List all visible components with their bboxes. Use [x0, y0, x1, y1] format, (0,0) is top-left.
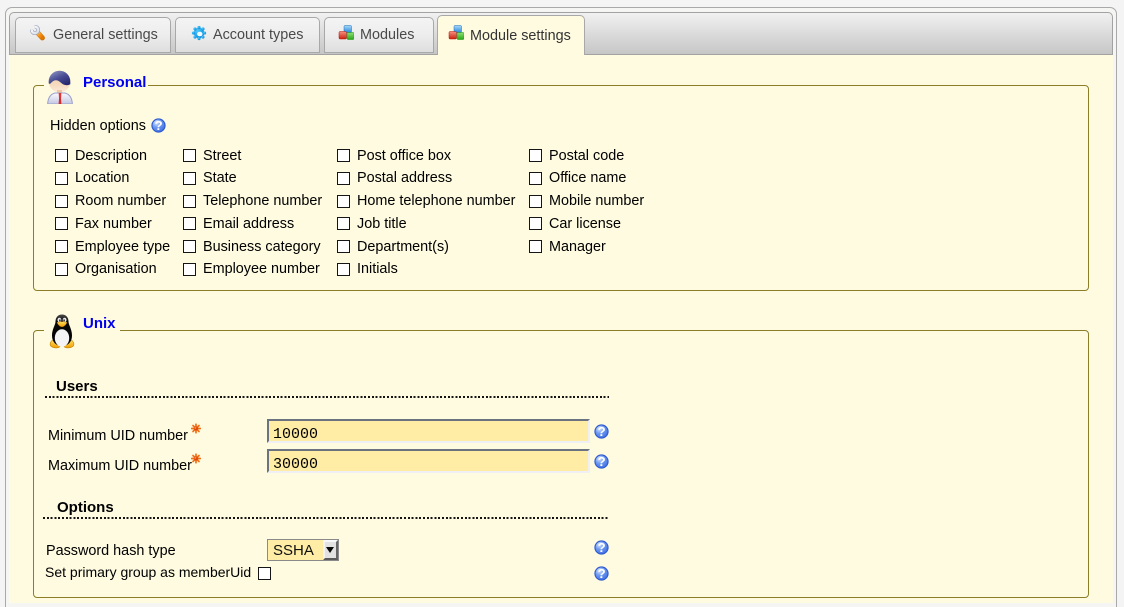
- svg-text:?: ?: [598, 454, 606, 469]
- svg-text:?: ?: [598, 566, 606, 581]
- svg-text:?: ?: [598, 424, 606, 439]
- svg-text:?: ?: [598, 540, 606, 555]
- svg-text:?: ?: [155, 118, 163, 133]
